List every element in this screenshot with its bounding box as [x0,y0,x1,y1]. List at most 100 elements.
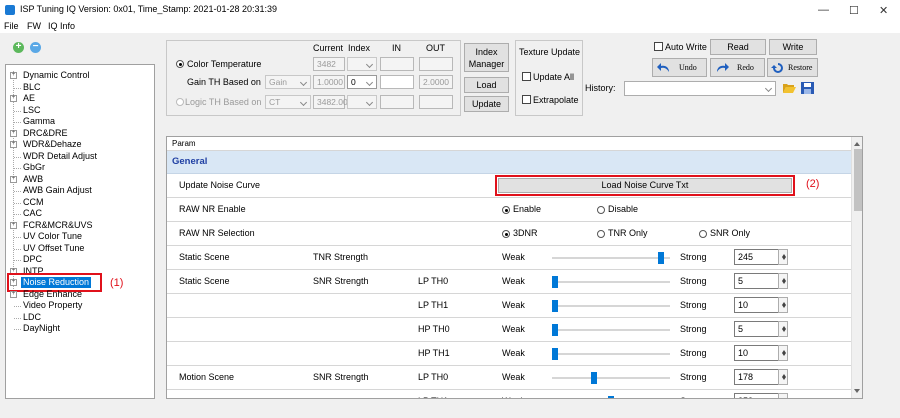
tnr-only-radio[interactable] [597,230,605,238]
tree-connector [14,317,21,319]
menu-bar: File FW IQ Info [0,20,900,33]
update-all-label: Update All [533,72,575,82]
tree-item[interactable]: LSC [23,105,41,116]
redo-button[interactable]: Redo [710,58,765,77]
tree-item[interactable]: WDR&Dehaze [23,139,82,150]
tree-expand-icon[interactable]: + [10,221,17,229]
slider-track[interactable] [552,257,670,259]
tree-item[interactable]: LDC [23,312,41,323]
maximize-button[interactable]: ☐ [849,4,859,17]
tree-item[interactable]: UV Color Tune [23,231,82,242]
snr-only-radio[interactable] [699,230,707,238]
scroll-thumb[interactable] [854,149,862,211]
load-button[interactable]: Load [464,77,509,93]
update-button[interactable]: Update [464,96,509,112]
tree-item[interactable]: GbGr [23,162,45,173]
extrapolate-label: Extrapolate [533,95,579,105]
auto-write-checkbox[interactable] [654,42,663,51]
menu-file[interactable]: File [4,21,19,31]
slider-thumb[interactable] [591,372,598,384]
row-label: Update Noise Curve [179,180,261,190]
tree-item[interactable]: AWB [23,174,43,185]
close-button[interactable]: ✕ [879,4,888,17]
section-title: General [172,156,208,167]
tree-item[interactable]: CCM [23,197,44,208]
save-icon[interactable] [801,82,814,94]
tree-item[interactable]: Video Property [23,300,82,311]
tree-item[interactable]: AWB Gain Adjust [23,185,92,196]
tree-item[interactable]: Gamma [23,116,55,127]
tree-expand-icon[interactable]: + [10,129,17,137]
scroll-up-icon[interactable] [854,139,860,146]
row-raw-nr-selection: RAW NR Selection 3DNR TNR Only SNR Only [167,222,851,246]
gain-th-in[interactable] [380,75,414,89]
spinner-arrows-icon[interactable] [778,345,788,361]
spinner-arrows-icon[interactable] [778,273,788,289]
section-general: General [167,151,851,174]
tree-item[interactable]: FCR&MCR&UVS [23,220,93,231]
tree-item[interactable]: Dynamic Control [23,70,90,81]
restore-button[interactable]: Restore [767,58,818,77]
param-grid: Param General Update Noise Curve Load No… [166,136,863,399]
tree-item[interactable]: UV Offset Tune [23,243,84,254]
index-manager-button[interactable]: Index Manager [464,43,509,72]
vertical-scrollbar[interactable] [851,137,862,398]
spinner-arrows-icon[interactable] [778,369,788,385]
gain-th-out: 2.0000 [419,75,453,89]
window-title: ISP Tuning IQ Version: 0x01, Time_Stamp:… [20,4,277,14]
slider-thumb[interactable] [552,324,558,336]
remove-icon[interactable]: − [30,42,41,53]
minimize-button[interactable]: — [818,4,829,16]
slider-thumb[interactable] [608,396,614,398]
undo-button[interactable]: Undo [652,58,707,77]
tree-item[interactable]: AE [23,93,35,104]
extrapolate-checkbox[interactable] [522,95,531,104]
param-label: TNR Strength [313,252,369,262]
spinner-arrows-icon[interactable] [778,321,788,337]
gain-th-select[interactable]: Gain [265,75,311,89]
slider-thumb[interactable] [552,300,558,312]
menu-iq-info[interactable]: IQ Info [48,21,75,31]
logic-th-radio[interactable] [176,98,184,106]
tree-item[interactable]: Edge Enhance [23,289,82,300]
slider-track[interactable] [552,281,670,283]
slider-track[interactable] [552,329,670,331]
tree-item[interactable]: WDR Detail Adjust [23,151,97,162]
write-button[interactable]: Write [769,39,817,55]
slider-track[interactable] [552,353,670,355]
spinner-arrows-icon[interactable] [778,249,788,265]
slider-thumb[interactable] [552,348,558,360]
table-row: Motion Scene SNR Strength LP TH0 Weak Strong… [167,366,851,390]
update-all-checkbox[interactable] [522,72,531,81]
tree-expand-icon[interactable]: + [10,141,17,148]
sub-param-label: HP TH1 [418,348,450,358]
tree-expand-icon[interactable]: + [10,175,17,183]
scroll-down-icon[interactable] [854,389,860,396]
tree-item[interactable]: DayNight [23,323,60,334]
spinner-arrows-icon[interactable] [778,297,788,313]
tree-expand-icon[interactable]: + [10,72,17,79]
folder-open-icon[interactable] [783,82,796,94]
slider-track[interactable] [552,305,670,307]
tree-item[interactable]: CAC [23,208,42,219]
tree-item[interactable]: BLC [23,82,41,93]
enable-radio[interactable] [502,206,510,214]
tree-item[interactable]: DPC [23,254,42,265]
gain-th-index-select[interactable]: 0 [347,75,377,89]
disable-radio[interactable] [597,206,605,214]
slider-thumb[interactable] [657,252,664,264]
slider-track[interactable] [552,377,670,379]
tree-expand-icon[interactable]: + [10,290,17,298]
logic-th-select[interactable]: CT [265,95,311,109]
read-button[interactable]: Read [710,39,766,55]
3dnr-radio[interactable] [502,230,510,238]
color-temp-radio[interactable] [176,60,184,68]
add-icon[interactable]: + [13,42,24,53]
sub-param-label: LP TH1 [418,300,449,310]
slider-thumb[interactable] [552,276,558,288]
history-select[interactable] [624,81,776,96]
menu-fw[interactable]: FW [27,21,41,31]
spinner-arrows-icon[interactable] [778,393,788,398]
tree-item[interactable]: DRC&DRE [23,128,68,139]
tree-expand-icon[interactable]: + [10,95,17,102]
